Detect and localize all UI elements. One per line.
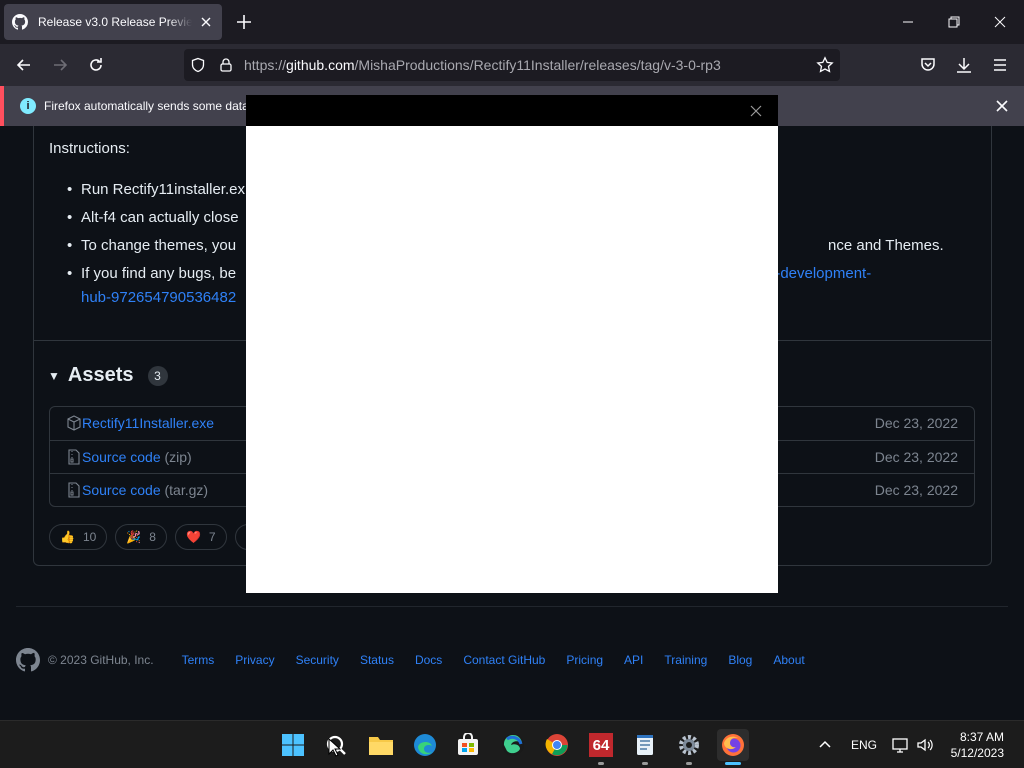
assets-heading: Assets: [67, 364, 134, 386]
tab-title: Release v3.0 Release Preview 3 · MishaPr…: [38, 15, 192, 29]
active-indicator: [725, 762, 741, 765]
shield-icon[interactable]: [190, 57, 206, 73]
asset-link[interactable]: Rectify11Installer.exe: [82, 407, 214, 440]
close-notification-icon[interactable]: [992, 96, 1012, 116]
github-icon: [12, 14, 28, 30]
footer-link-pricing[interactable]: Pricing: [566, 653, 603, 667]
close-tab-icon[interactable]: [198, 14, 214, 30]
footer: © 2023 GitHub, Inc. Terms Privacy Securi…: [16, 648, 826, 672]
caret-down-icon: ▼: [48, 368, 60, 383]
running-indicator: [642, 762, 648, 765]
footer-link-privacy[interactable]: Privacy: [235, 653, 274, 667]
clock-time: 8:37 AM: [959, 730, 1004, 744]
reaction-heart[interactable]: ❤️ 7: [174, 524, 227, 550]
package-icon: [67, 415, 81, 431]
forward-icon[interactable]: [50, 55, 70, 75]
thumbs-up-icon: 👍: [60, 530, 75, 544]
footer-link-blog[interactable]: Blog: [728, 653, 752, 667]
heart-icon: ❤️: [185, 530, 201, 544]
footer-link-docs[interactable]: Docs: [415, 653, 442, 667]
footer-divider: [16, 606, 1008, 607]
url-text[interactable]: https://github.com/MishaProductions/Rect…: [244, 49, 721, 81]
taskbar-edge-dev[interactable]: [497, 729, 529, 761]
language-indicator[interactable]: ENG: [851, 738, 877, 752]
asset-date: Dec 23, 2022: [874, 482, 958, 498]
discord-link-continued[interactable]: hub-972654790536482: [81, 289, 236, 306]
github-logo-icon[interactable]: [16, 648, 40, 672]
footer-link-status[interactable]: Status: [360, 653, 394, 667]
settings-icon: [679, 735, 699, 755]
firefox-icon: [722, 734, 744, 756]
windows-start-icon: [282, 734, 304, 756]
footer-link-training[interactable]: Training: [664, 653, 707, 667]
file-zip-icon: [68, 449, 80, 465]
notepad-icon: [637, 735, 653, 755]
chevron-up-icon[interactable]: [817, 737, 833, 753]
asset-date: Dec 23, 2022: [874, 415, 958, 431]
close-icon[interactable]: [748, 103, 764, 119]
downloads-icon[interactable]: [954, 55, 974, 75]
taskbar-aida64[interactable]: 64: [585, 729, 617, 765]
discord-link[interactable]: l-development-: [772, 262, 871, 286]
blank-modal-window[interactable]: [246, 95, 778, 593]
taskbar-firefox[interactable]: [717, 729, 749, 765]
restore-icon[interactable]: [944, 12, 964, 32]
footer-link-api[interactable]: API: [624, 653, 643, 667]
footer-link-contact[interactable]: Contact GitHub: [463, 653, 545, 667]
bookmark-star-icon[interactable]: [816, 56, 834, 74]
taskbar-file-explorer[interactable]: [365, 729, 397, 761]
asset-link[interactable]: Source code (tar.gz): [82, 474, 208, 507]
system-clock[interactable]: 8:37 AM 5/12/2023: [951, 729, 1004, 761]
notification-text: Firefox automatically sends some data: [44, 99, 249, 113]
info-icon: i: [20, 98, 36, 114]
footer-link-terms[interactable]: Terms: [182, 653, 215, 667]
edge-icon: [414, 734, 436, 756]
footer-link-security[interactable]: Security: [296, 653, 339, 667]
modal-title-bar[interactable]: [246, 95, 778, 126]
asset-date: Dec 23, 2022: [874, 449, 958, 465]
menu-icon[interactable]: [990, 55, 1010, 75]
asset-link[interactable]: Source code (zip): [82, 441, 192, 474]
footer-link-about[interactable]: About: [773, 653, 804, 667]
taskbar-chrome[interactable]: [541, 729, 573, 761]
assets-toggle[interactable]: ▼ Assets 3: [48, 364, 168, 387]
taskbar-store[interactable]: [452, 729, 484, 761]
party-icon: 🎉: [126, 530, 142, 544]
taskbar-notepad[interactable]: [629, 729, 661, 765]
clock-date: 5/12/2023: [950, 746, 1004, 760]
browser-tab[interactable]: Release v3.0 Release Preview 3 · MishaPr…: [4, 4, 222, 40]
close-window-icon[interactable]: [990, 12, 1010, 32]
taskbar-edge[interactable]: [409, 729, 441, 761]
mouse-cursor-icon: [328, 738, 342, 757]
navigation-toolbar: https://github.com/MishaProductions/Rect…: [0, 44, 1024, 86]
lock-icon[interactable]: [218, 57, 234, 73]
edge-dev-icon: [502, 734, 524, 756]
reload-icon[interactable]: [86, 55, 106, 75]
start-button[interactable]: [277, 729, 309, 761]
network-icon[interactable]: [892, 736, 910, 754]
file-explorer-icon: [369, 737, 393, 755]
taskbar: 64 ENG 8:37 AM 5/12/2023: [0, 720, 1024, 768]
copyright: © 2023 GitHub, Inc.: [48, 653, 154, 667]
new-tab-icon[interactable]: [234, 12, 254, 32]
reaction-thumbs-up[interactable]: 👍 10: [49, 524, 108, 550]
tab-bar: Release v3.0 Release Preview 3 · MishaPr…: [0, 0, 1024, 44]
running-indicator: [686, 762, 692, 765]
chrome-icon: [545, 734, 568, 756]
aida64-icon: 64: [589, 733, 613, 757]
store-icon: [458, 733, 478, 755]
pocket-icon[interactable]: [918, 55, 938, 75]
reaction-hooray[interactable]: 🎉 8: [115, 524, 167, 550]
running-indicator: [598, 762, 604, 765]
minimize-icon[interactable]: [898, 12, 918, 32]
volume-icon[interactable]: [916, 736, 934, 754]
file-zip-icon: [68, 482, 80, 498]
back-icon[interactable]: [14, 55, 34, 75]
taskbar-settings[interactable]: [673, 729, 705, 765]
assets-count-badge: 3: [147, 365, 168, 386]
address-bar[interactable]: https://github.com/MishaProductions/Rect…: [184, 49, 840, 81]
instructions-heading: Instructions:: [49, 140, 130, 157]
